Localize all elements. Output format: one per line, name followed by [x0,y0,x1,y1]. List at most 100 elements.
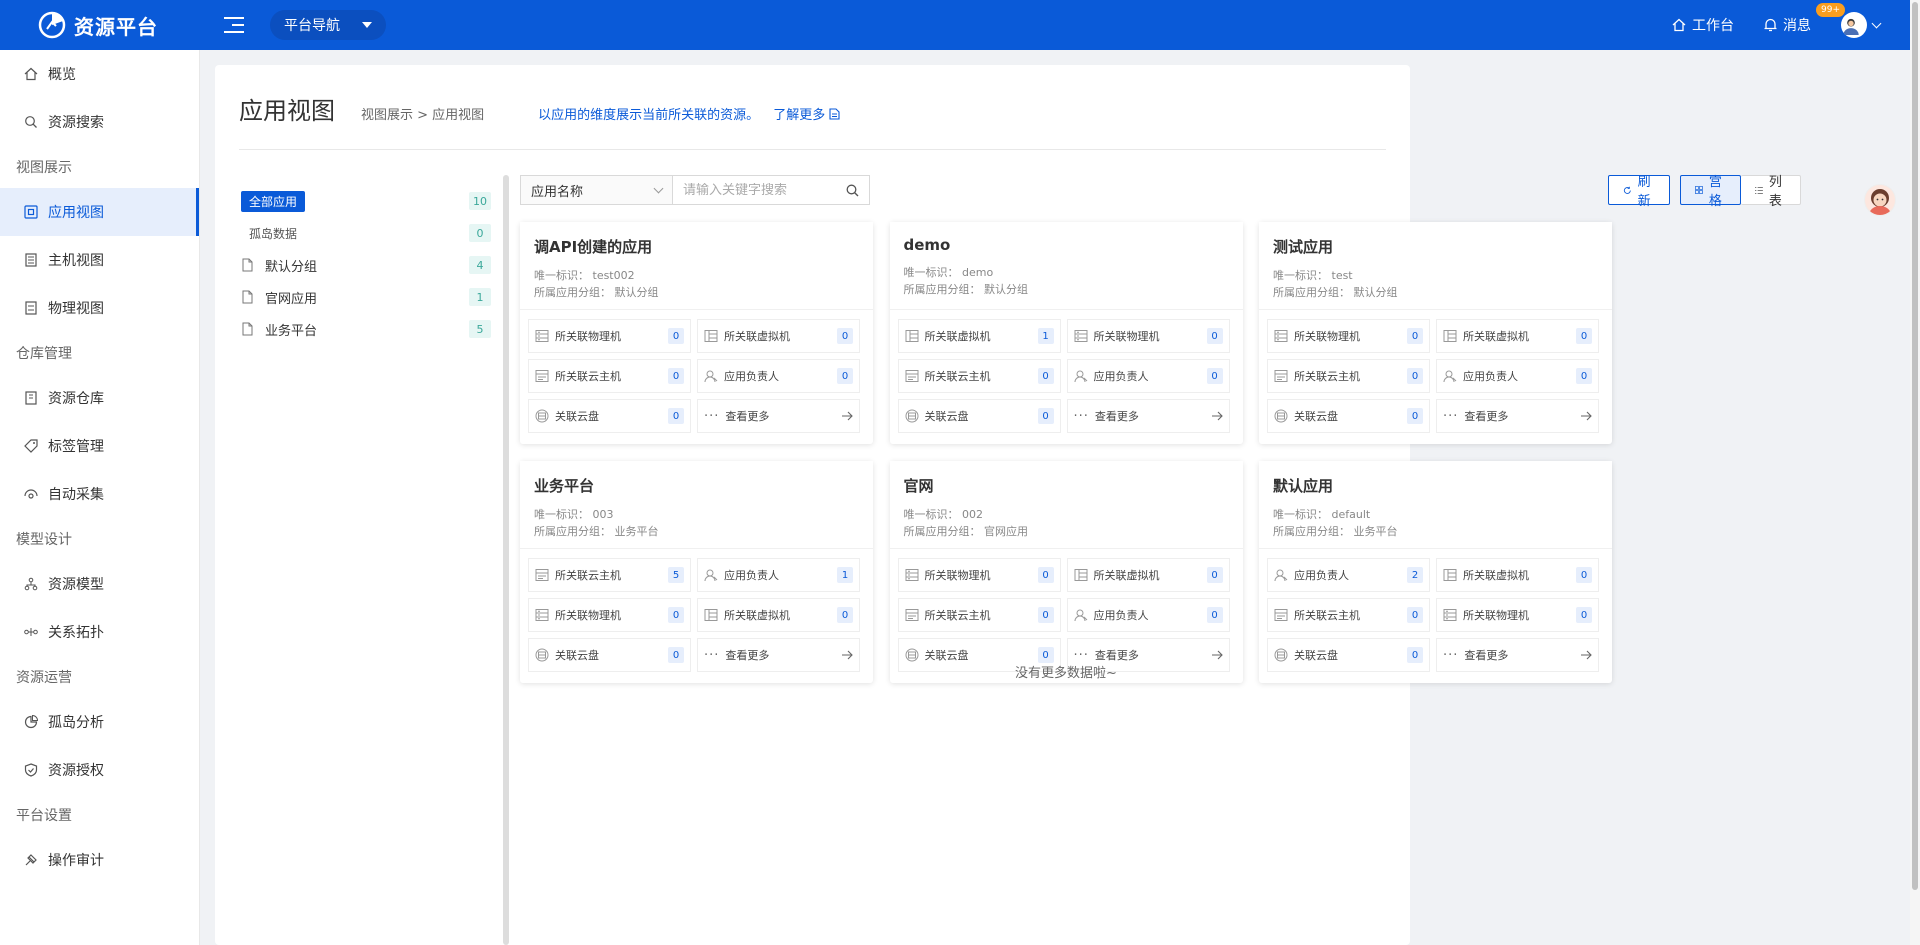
card-resource-cell[interactable]: 应用负责人 0 [1066,359,1230,393]
sidebar-item-label: 物理视图 [48,301,104,317]
search-icon[interactable] [846,184,859,197]
search-input[interactable] [683,182,833,198]
card-resource-cell[interactable]: 所关联虚拟机 0 [1066,558,1230,592]
sidebar-item-2-1[interactable]: 关系拓扑 [0,608,199,656]
page-description: 以应用的维度展示当前所关联的资源。 [538,108,760,123]
card-title[interactable]: demo [904,236,1229,254]
card-resource-cell[interactable]: 所关联物理机 0 [528,598,691,632]
uid-label: 唯一标识： [1273,269,1328,282]
card-resource-cell[interactable]: 所关联云主机 0 [897,359,1061,393]
server-icon [1274,330,1288,342]
card-resource-cell[interactable]: 应用负责人 0 [1066,598,1230,632]
card-title[interactable]: 调API创建的应用 [534,236,859,257]
sidebar-item-0-2[interactable]: 物理视图 [0,284,199,332]
card-resource-cell[interactable]: 关联云盘 0 [1267,399,1430,433]
sidebar-item-3-1[interactable]: 资源授权 [0,746,199,794]
card-title[interactable]: 官网 [904,475,1229,496]
refresh-button[interactable]: 刷新 [1608,175,1671,209]
cell-count: 0 [1407,647,1423,663]
card-resource-cell[interactable]: 所关联物理机 0 [897,558,1061,592]
messages-link[interactable]: 消息 99+ [1764,3,1845,35]
arrow-right-icon [1581,650,1592,660]
sidebar-item-label: 资源模型 [48,577,104,593]
disk-icon [535,648,549,662]
menu-toggle-icon[interactable] [224,17,244,33]
card-resource-cell[interactable]: 所关联云主机 0 [1267,359,1430,393]
card-resource-cell[interactable]: 所关联物理机 0 [528,319,691,353]
breadcrumb: 视图展示 > 应用视图 [361,108,485,123]
sidebar-item-0-1[interactable]: 主机视图 [0,236,199,284]
sidebar-item-0[interactable]: 概览 [0,50,199,98]
card-resource-cell[interactable]: 关联云盘 0 [528,399,691,433]
see-more-label: 查看更多 [725,649,770,662]
arrow-right-icon [842,411,853,421]
app-logo[interactable]: 资源平台 [0,11,200,40]
card-resource-cell[interactable]: 所关联云主机 5 [528,558,691,592]
server-icon [535,609,549,621]
card-resource-cell[interactable]: 所关联虚拟机 0 [697,319,860,353]
sidebar-item-1-2[interactable]: 自动采集 [0,470,199,518]
sidebar-item-2-0[interactable]: 资源模型 [0,560,199,608]
card-resource-cell[interactable]: 应用负责人 1 [697,558,860,592]
sidebar-item-1-1[interactable]: 标签管理 [0,422,199,470]
sidebar-item-0-0[interactable]: 应用视图 [0,188,199,236]
card-resource-cell[interactable]: 所关联物理机 0 [1436,598,1599,632]
user-icon [1443,370,1457,383]
see-more-cell[interactable]: ··· 查看更多 [697,399,860,433]
app-card[interactable]: 调API创建的应用 唯一标识： test002 所属应用分组： 默认分组 所关联… [520,222,873,444]
card-resource-cell[interactable]: 所关联虚拟机 0 [1436,558,1599,592]
card-title[interactable]: 默认应用 [1273,475,1598,496]
app-card[interactable]: demo 唯一标识： demo 所属应用分组： 默认分组 所关联虚拟机 1 所关… [889,222,1243,444]
card-group: 所属应用分组： 默认分组 [904,281,1229,298]
card-uid: 唯一标识： 003 [534,506,859,523]
card-resource-cell[interactable]: 所关联物理机 0 [1267,319,1430,353]
card-resource-cell[interactable]: 所关联虚拟机 0 [697,598,860,632]
card-resource-cell[interactable]: 所关联云主机 0 [1267,598,1430,632]
app-card[interactable]: 默认应用 唯一标识： default 所属应用分组： 业务平台 应用负责人 2 … [1259,461,1612,683]
tree-all-label[interactable]: 全部应用 [241,190,306,212]
cell-label: 所关联云主机 [555,370,621,383]
platform-nav-select[interactable]: 平台导航 [270,10,386,40]
card-resource-cell[interactable]: 所关联物理机 0 [1066,319,1230,353]
group-value: 官网应用 [984,525,1028,538]
card-title[interactable]: 业务平台 [534,475,859,496]
tree-item-all[interactable]: 全部应用 10 [241,185,491,217]
tree-item[interactable]: 官网应用 1 [241,281,491,313]
tree-scrollbar[interactable] [503,175,509,945]
card-resource-cell[interactable]: 关联云盘 0 [897,399,1061,433]
cell-label: 所关联虚拟机 [1463,569,1529,582]
app-card[interactable]: 官网 唯一标识： 002 所属应用分组： 官网应用 所关联物理机 0 所关联虚拟… [889,461,1243,683]
cell-label: 所关联虚拟机 [1093,569,1160,582]
page-scrollbar[interactable] [1910,0,1920,945]
cell-count: 0 [668,408,684,424]
tree-item[interactable]: 默认分组 4 [241,249,491,281]
more-dots-icon: ··· [1443,408,1459,424]
see-more-cell[interactable]: ··· 查看更多 [1436,399,1599,433]
user-menu[interactable] [1841,12,1882,38]
tree-item[interactable]: 孤岛数据 0 [241,217,491,249]
card-resource-cell[interactable]: 应用负责人 0 [1436,359,1599,393]
card-resource-cell[interactable]: 所关联虚拟机 1 [897,319,1061,353]
learn-more-link[interactable]: 了解更多 [773,104,840,123]
app-card[interactable]: 业务平台 唯一标识： 003 所属应用分组： 业务平台 所关联云主机 5 应用负… [520,461,873,683]
see-more-label: 查看更多 [1464,649,1509,662]
card-resource-cell[interactable]: 应用负责人 2 [1267,558,1430,592]
card-resource-cell[interactable]: 所关联云主机 0 [897,598,1061,632]
sidebar-item-3-0[interactable]: 孤岛分析 [0,698,199,746]
card-title[interactable]: 测试应用 [1273,236,1598,257]
sidebar-item-1-0[interactable]: 资源仓库 [0,374,199,422]
grid-view-button[interactable]: 宫格 [1680,175,1742,209]
list-view-button[interactable]: 列表 [1741,175,1802,209]
sidebar-item-1[interactable]: 资源搜索 [0,98,199,146]
tree-item[interactable]: 业务平台 5 [241,313,491,345]
sidebar-item-4-0[interactable]: 操作审计 [0,836,199,884]
card-resource-cell[interactable]: 应用负责人 0 [697,359,860,393]
see-more-cell[interactable]: ··· 查看更多 [1066,399,1230,433]
workbench-link[interactable]: 工作台 [1672,15,1734,35]
assistant-avatar[interactable] [1864,184,1896,216]
app-card[interactable]: 测试应用 唯一标识： test 所属应用分组： 默认分组 所关联物理机 0 所关… [1259,222,1612,444]
cell-count: 0 [1037,408,1054,424]
card-resource-cell[interactable]: 所关联虚拟机 0 [1436,319,1599,353]
card-resource-cell[interactable]: 所关联云主机 0 [528,359,691,393]
search-field-select[interactable]: 应用名称 [520,175,672,205]
